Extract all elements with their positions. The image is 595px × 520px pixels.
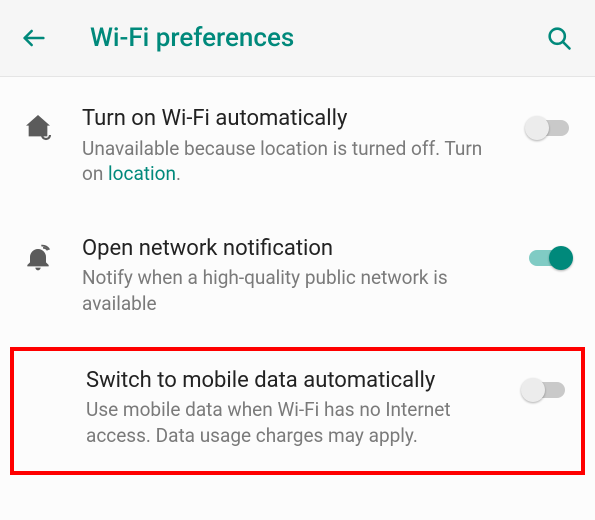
setting-open-network[interactable]: Open network notification Notify when a … [0,211,595,341]
back-button[interactable] [18,22,50,54]
highlighted-setting: Switch to mobile data automatically Use … [10,347,585,475]
setting-title: Open network notification [82,235,493,264]
toggle-mobile-data[interactable] [521,377,569,403]
home-refresh-icon [22,111,54,143]
bell-wifi-icon [22,241,54,273]
setting-auto-wifi[interactable]: Turn on Wi-Fi automatically Unavailable … [0,81,595,211]
settings-list: Turn on Wi-Fi automatically Unavailable … [0,77,595,475]
back-arrow-icon [20,24,48,52]
setting-title: Turn on Wi-Fi automatically [82,105,493,134]
setting-title: Switch to mobile data automatically [86,367,489,396]
setting-mobile-data-switch[interactable]: Switch to mobile data automatically Use … [24,359,571,453]
location-link[interactable]: location [108,162,176,185]
setting-subtitle: Use mobile data when Wi-Fi has no Intern… [86,397,489,448]
toggle-open-network[interactable] [525,245,573,271]
app-header: Wi-Fi preferences [0,0,595,77]
search-icon [545,24,573,52]
setting-subtitle: Notify when a high-quality public networ… [82,265,493,316]
search-button[interactable] [543,22,575,54]
setting-subtitle: Unavailable because location is turned o… [82,136,493,187]
toggle-auto-wifi[interactable] [525,115,573,141]
page-title: Wi-Fi preferences [90,23,543,53]
